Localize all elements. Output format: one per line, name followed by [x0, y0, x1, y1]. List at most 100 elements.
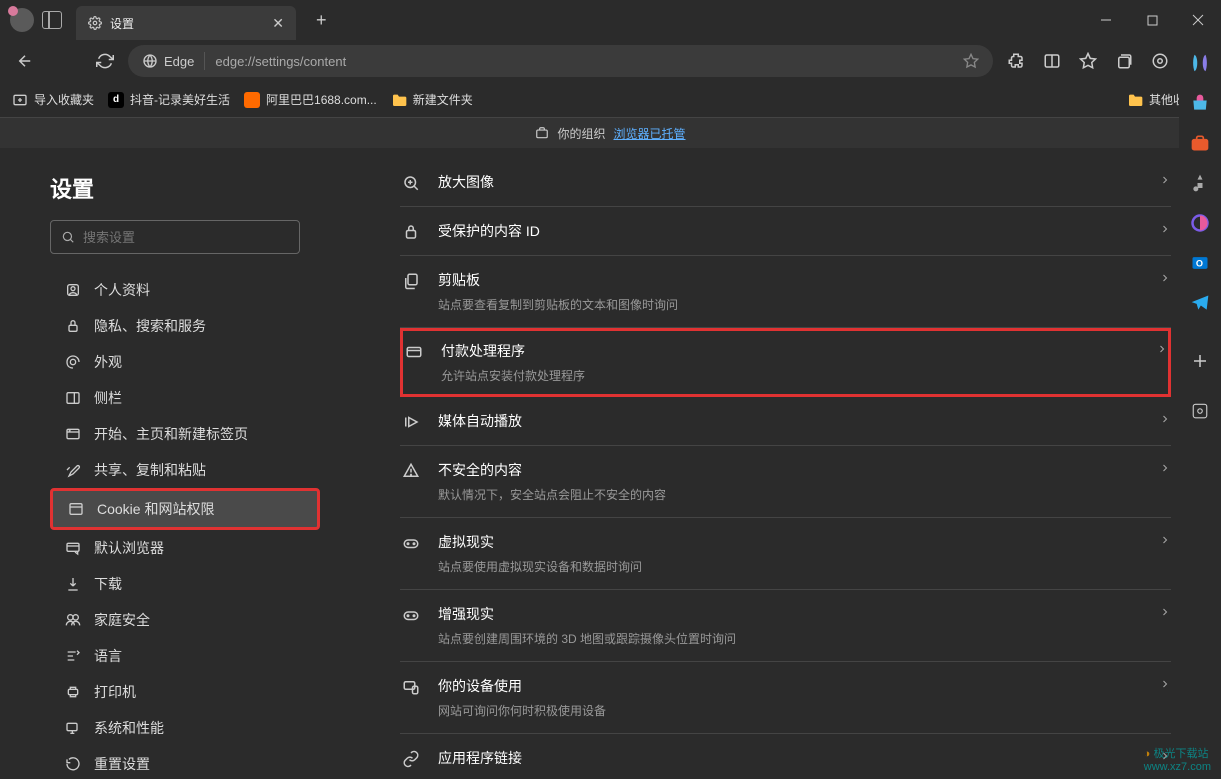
row-title: 应用程序链接: [438, 748, 1143, 768]
folder-icon: [391, 92, 407, 108]
search-input[interactable]: [83, 230, 289, 245]
nav-label: 隐私、搜索和服务: [94, 316, 206, 336]
nav-icon: [64, 756, 82, 772]
row-icon: [400, 223, 422, 241]
nav-item-5[interactable]: 共享、复制和粘贴: [50, 452, 320, 488]
row-desc: 站点要查看复制到剪贴板的文本和图像时询问: [438, 296, 1143, 313]
row-icon: [400, 606, 422, 624]
nav-icon: [64, 612, 82, 628]
bm-label: 抖音-记录美好生活: [130, 91, 230, 108]
address-prefix: Edge: [164, 54, 194, 69]
profile-avatar[interactable]: [10, 8, 34, 32]
browser-tab[interactable]: 设置 ✕: [76, 6, 296, 40]
setting-row-3[interactable]: 付款处理程序允许站点安装付款处理程序: [400, 328, 1171, 397]
search-icon: [61, 230, 75, 244]
add-sidebar-icon[interactable]: [1189, 350, 1211, 372]
office-icon[interactable]: [1189, 212, 1211, 234]
new-tab-button[interactable]: +: [316, 10, 327, 31]
row-desc: 站点要使用虚拟现实设备和数据时询问: [438, 558, 1143, 575]
nav-label: 外观: [94, 352, 122, 372]
chevron-right-icon: [1156, 343, 1168, 355]
nav-item-0[interactable]: 个人资料: [50, 272, 320, 308]
maximize-button[interactable]: [1129, 0, 1175, 40]
setting-row-7[interactable]: 增强现实站点要创建周围环境的 3D 地图或跟踪摄像头位置时询问: [400, 590, 1171, 662]
notice-link[interactable]: 浏览器已托管: [614, 125, 686, 142]
nav-label: 个人资料: [94, 280, 150, 300]
settings-sidebar: 设置 个人资料隐私、搜索和服务外观侧栏开始、主页和新建标签页共享、复制和粘贴Co…: [0, 148, 355, 779]
copilot-icon[interactable]: [1189, 52, 1211, 74]
close-tab-icon[interactable]: ✕: [272, 15, 284, 32]
nav-item-9[interactable]: 家庭安全: [50, 602, 320, 638]
row-title: 媒体自动播放: [438, 411, 1143, 431]
minimize-button[interactable]: [1083, 0, 1129, 40]
toolbar: Edge edge://settings/content: [0, 40, 1221, 82]
nav-item-10[interactable]: 语言: [50, 638, 320, 674]
row-title: 虚拟现实: [438, 532, 1143, 552]
douyin-icon: d: [108, 92, 124, 108]
nav-item-13[interactable]: 重置设置: [50, 746, 320, 779]
telegram-icon[interactable]: [1189, 292, 1211, 314]
nav-icon: [67, 501, 85, 517]
extensions-icon[interactable]: [999, 44, 1033, 78]
setting-row-1[interactable]: 受保护的内容 ID: [400, 207, 1171, 256]
collections-icon[interactable]: [1107, 44, 1141, 78]
games-icon[interactable]: [1189, 172, 1211, 194]
chevron-right-icon: [1159, 272, 1171, 284]
nav-label: 侧栏: [94, 388, 122, 408]
outlook-icon[interactable]: O: [1189, 252, 1211, 274]
split-screen-icon[interactable]: [1035, 44, 1069, 78]
setting-row-9[interactable]: 应用程序链接: [400, 734, 1171, 779]
nav-item-7[interactable]: 默认浏览器: [50, 530, 320, 566]
shopping-icon[interactable]: [1189, 92, 1211, 114]
nav-label: 下载: [94, 574, 122, 594]
row-icon: [400, 174, 422, 192]
nav-item-4[interactable]: 开始、主页和新建标签页: [50, 416, 320, 452]
close-window-button[interactable]: [1175, 0, 1221, 40]
back-button[interactable]: [8, 44, 42, 78]
nav-item-6[interactable]: Cookie 和网站权限: [50, 488, 320, 530]
settings-content: 放大图像受保护的内容 ID剪贴板站点要查看复制到剪贴板的文本和图像时询问付款处理…: [355, 148, 1221, 779]
setting-row-0[interactable]: 放大图像: [400, 158, 1171, 207]
nav-icon: [64, 684, 82, 700]
folder-icon: [1127, 92, 1143, 108]
settings-search[interactable]: [50, 220, 300, 254]
tools-icon[interactable]: [1189, 132, 1211, 154]
chevron-right-icon: [1159, 413, 1171, 425]
setting-row-2[interactable]: 剪贴板站点要查看复制到剪贴板的文本和图像时询问: [400, 256, 1171, 328]
bm-label: 导入收藏夹: [34, 91, 94, 108]
site-identity[interactable]: Edge: [142, 53, 194, 69]
row-icon: [400, 534, 422, 552]
bookmark-1688[interactable]: 阿里巴巴1688.com...: [244, 91, 377, 108]
setting-row-8[interactable]: 你的设备使用网站可询问你何时积极使用设备: [400, 662, 1171, 734]
nav-label: 重置设置: [94, 754, 150, 774]
tab-actions-icon[interactable]: [42, 11, 62, 29]
address-bar[interactable]: Edge edge://settings/content: [128, 45, 993, 77]
nav-item-2[interactable]: 外观: [50, 344, 320, 380]
setting-row-4[interactable]: 媒体自动播放: [400, 397, 1171, 446]
nav-item-12[interactable]: 系统和性能: [50, 710, 320, 746]
nav-icon: [64, 576, 82, 592]
nav-item-8[interactable]: 下载: [50, 566, 320, 602]
import-favorites[interactable]: 导入收藏夹: [12, 91, 94, 108]
bookmark-folder[interactable]: 新建文件夹: [391, 91, 473, 108]
sidebar-settings-icon[interactable]: [1189, 400, 1211, 422]
setting-row-6[interactable]: 虚拟现实站点要使用虚拟现实设备和数据时询问: [400, 518, 1171, 590]
nav-label: 默认浏览器: [94, 538, 164, 558]
browser-essentials-icon[interactable]: [1143, 44, 1177, 78]
refresh-button[interactable]: [88, 44, 122, 78]
row-title: 增强现实: [438, 604, 1143, 624]
nav-item-11[interactable]: 打印机: [50, 674, 320, 710]
title-bar: 设置 ✕ +: [0, 0, 1221, 40]
row-icon: [400, 272, 422, 290]
favorites-icon[interactable]: [1071, 44, 1105, 78]
nav-icon: [64, 648, 82, 664]
briefcase-icon: [535, 126, 549, 140]
chevron-right-icon: [1159, 174, 1171, 186]
favorite-star-icon[interactable]: [963, 53, 979, 69]
bookmark-douyin[interactable]: d 抖音-记录美好生活: [108, 91, 230, 108]
nav-item-3[interactable]: 侧栏: [50, 380, 320, 416]
row-desc: 网站可询问你何时积极使用设备: [438, 702, 1143, 719]
setting-row-5[interactable]: 不安全的内容默认情况下，安全站点会阻止不安全的内容: [400, 446, 1171, 518]
nav-item-1[interactable]: 隐私、搜索和服务: [50, 308, 320, 344]
chevron-right-icon: [1159, 678, 1171, 690]
